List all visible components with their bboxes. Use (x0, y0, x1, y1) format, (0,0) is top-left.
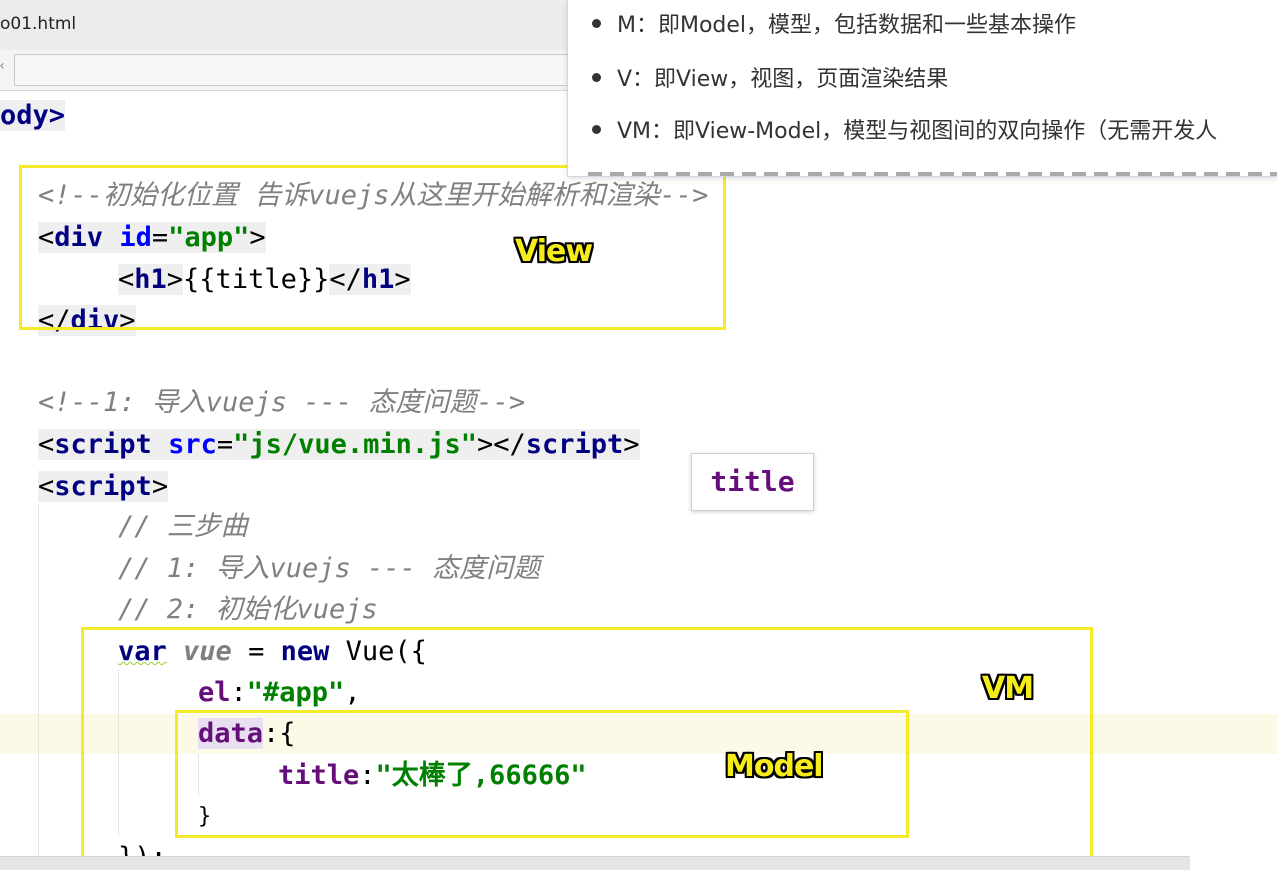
src-value: "js/vue.min.js" (233, 429, 477, 460)
bullet-icon (592, 72, 601, 82)
model-annotation-label: Model (725, 749, 824, 784)
mvvm-list-item: VM：即View-Model，模型与视图间的双向操作（无需开发人 (592, 113, 1217, 145)
cut-off-bottom-line (0, 870, 1277, 886)
mvvm-notes-popup: M：即Model，模型，包括数据和一些基本操作 V：即View，视图，页面渲染结… (567, 0, 1277, 177)
code-comment-line: // 1: 导入vuejs --- 态度问题 (118, 553, 541, 584)
vm-annotation-label: VM (982, 671, 1034, 706)
code-line-script-open: <script> (38, 471, 169, 502)
view-annotation-label: View (515, 234, 593, 269)
file-tab[interactable]: o01.html (0, 0, 571, 50)
breadcrumb-field[interactable] (14, 54, 568, 86)
code-line-body: ody> (0, 96, 66, 136)
script-tag: script (54, 429, 152, 460)
code-line-script-src: <script src="js/vue.min.js"></script> (38, 429, 640, 460)
bullet-icon (592, 124, 601, 134)
code-comment-line: // 三步曲 (118, 511, 248, 542)
script-close-tag: script (525, 429, 624, 460)
bullet-icon (592, 18, 601, 28)
code-comment-line: // 2: 初始化vuejs (118, 594, 378, 625)
completion-tooltip[interactable]: title (691, 453, 814, 511)
script-open-tag: script (54, 471, 152, 502)
code-line-comment-import: <!--1: 导入vuejs --- 态度问题--> (38, 387, 526, 418)
body-tag: ody> (0, 100, 66, 131)
view-highlight-box (19, 165, 726, 330)
mvvm-list-item: M：即Model，模型，包括数据和一些基本操作 (592, 7, 1076, 39)
src-attr: src (168, 429, 217, 460)
cut-off-text (588, 172, 1277, 176)
indent-guide (38, 505, 39, 886)
horizontal-scrollbar[interactable] (0, 856, 1190, 871)
toolbar-scroll-left-icon[interactable]: ‹ (0, 58, 10, 80)
file-tab-label: o01.html (0, 14, 77, 34)
mvvm-list-item: V：即View，视图，页面渲染结果 (592, 61, 948, 93)
